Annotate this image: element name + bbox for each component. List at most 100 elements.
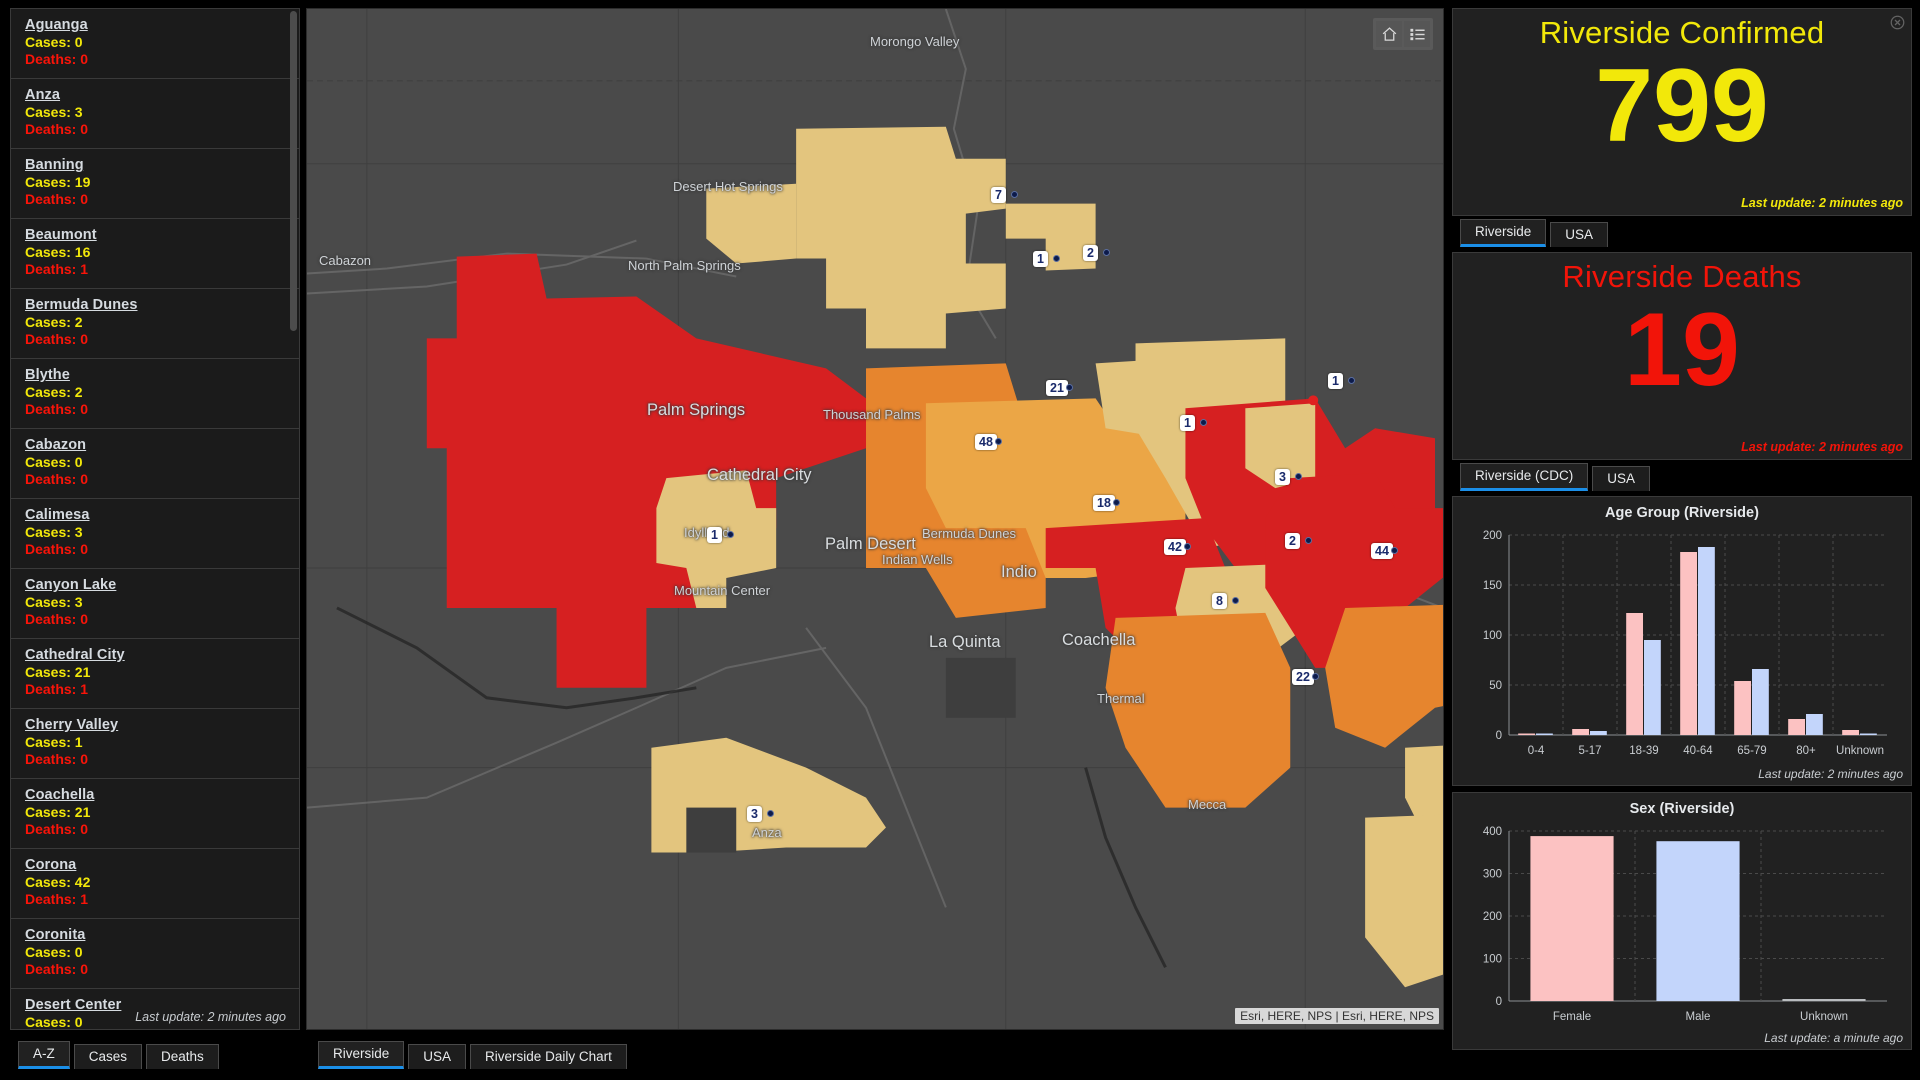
city-name[interactable]: Bermuda Dunes bbox=[25, 297, 287, 313]
city-name[interactable]: Cathedral City bbox=[25, 647, 287, 663]
map-case-marker[interactable]: 1 bbox=[1180, 415, 1195, 431]
city-name[interactable]: Banning bbox=[25, 157, 287, 173]
city-row[interactable]: AnzaCases: 3Deaths: 0 bbox=[11, 79, 299, 149]
deaths-panel: Riverside Deaths 19 Last update: 2 minut… bbox=[1452, 252, 1912, 460]
city-row[interactable]: CalimesaCases: 3Deaths: 0 bbox=[11, 499, 299, 569]
svg-text:18-39: 18-39 bbox=[1629, 745, 1658, 757]
age-group-chart: 0501001502000-45-1718-3940-6465-7980+Unk… bbox=[1463, 525, 1901, 775]
city-row[interactable]: Cathedral CityCases: 21Deaths: 1 bbox=[11, 639, 299, 709]
svg-text:50: 50 bbox=[1489, 680, 1502, 692]
map-point-dot bbox=[1066, 384, 1073, 391]
city-cases: Cases: 0 bbox=[25, 944, 287, 961]
map-point-dot bbox=[1232, 597, 1239, 604]
city-name[interactable]: Canyon Lake bbox=[25, 577, 287, 593]
city-cases: Cases: 16 bbox=[25, 244, 287, 261]
city-name[interactable]: Calimesa bbox=[25, 507, 287, 523]
city-deaths: Deaths: 1 bbox=[25, 261, 287, 278]
city-row[interactable]: AguangaCases: 0Deaths: 0 bbox=[11, 9, 299, 79]
map-point-dot bbox=[1113, 499, 1120, 506]
svg-text:0: 0 bbox=[1496, 996, 1502, 1008]
city-cases: Cases: 21 bbox=[25, 804, 287, 821]
tab-deaths-riverside-cdc[interactable]: Riverside (CDC) bbox=[1460, 463, 1588, 492]
map-case-marker[interactable]: 44 bbox=[1371, 543, 1393, 559]
city-row[interactable]: BlytheCases: 2Deaths: 0 bbox=[11, 359, 299, 429]
map-case-marker[interactable]: 21 bbox=[1046, 380, 1068, 396]
city-row[interactable]: BeaumontCases: 16Deaths: 1 bbox=[11, 219, 299, 289]
city-cases: Cases: 3 bbox=[25, 104, 287, 121]
city-list[interactable]: AguangaCases: 0Deaths: 0AnzaCases: 3Deat… bbox=[11, 9, 299, 1029]
city-row[interactable]: Canyon LakeCases: 3Deaths: 0 bbox=[11, 569, 299, 639]
city-name[interactable]: Blythe bbox=[25, 367, 287, 383]
map-tabbar[interactable]: RiversideUSARiverside Daily Chart bbox=[318, 1038, 627, 1068]
map-case-marker[interactable]: 3 bbox=[1275, 469, 1290, 485]
svg-text:150: 150 bbox=[1483, 580, 1502, 592]
city-deaths: Deaths: 0 bbox=[25, 191, 287, 208]
tab-cases[interactable]: Cases bbox=[74, 1044, 142, 1070]
age-chart-last-update: Last update: 2 minutes ago bbox=[1758, 767, 1903, 781]
map-point-dot bbox=[767, 810, 774, 817]
tab-confirmed-riverside[interactable]: Riverside bbox=[1460, 219, 1546, 248]
tab-usa[interactable]: USA bbox=[408, 1044, 466, 1070]
map-case-marker[interactable]: 2 bbox=[1285, 533, 1300, 549]
city-name[interactable]: Cabazon bbox=[25, 437, 287, 453]
map-point-dot bbox=[727, 531, 734, 538]
map-case-marker[interactable]: 1 bbox=[1328, 373, 1343, 389]
map-case-marker[interactable]: 42 bbox=[1164, 539, 1186, 555]
city-row[interactable]: Bermuda DunesCases: 2Deaths: 0 bbox=[11, 289, 299, 359]
map-case-marker[interactable]: 22 bbox=[1292, 669, 1314, 685]
sidebar-scrollbar[interactable] bbox=[290, 11, 297, 331]
city-name[interactable]: Anza bbox=[25, 87, 287, 103]
city-name[interactable]: Cherry Valley bbox=[25, 717, 287, 733]
home-icon[interactable] bbox=[1376, 21, 1402, 47]
tab-riverside-daily-chart[interactable]: Riverside Daily Chart bbox=[470, 1044, 627, 1070]
map-panel[interactable]: Morongo ValleyCabazonDesert Hot SpringsN… bbox=[306, 8, 1444, 1030]
tab-confirmed-usa[interactable]: USA bbox=[1550, 222, 1608, 248]
close-icon[interactable] bbox=[1890, 15, 1905, 30]
map-case-marker[interactable]: 48 bbox=[975, 434, 997, 450]
city-row[interactable]: Cherry ValleyCases: 1Deaths: 0 bbox=[11, 709, 299, 779]
city-row[interactable]: CoachellaCases: 21Deaths: 0 bbox=[11, 779, 299, 849]
map-controls[interactable] bbox=[1373, 18, 1433, 50]
deaths-tabbar[interactable]: Riverside (CDC)USA bbox=[1460, 460, 1912, 490]
city-deaths: Deaths: 0 bbox=[25, 541, 287, 558]
city-name[interactable]: Corona bbox=[25, 857, 287, 873]
map-point-dot bbox=[1011, 191, 1018, 198]
map-graphic bbox=[307, 9, 1443, 1029]
map-case-marker[interactable]: 1 bbox=[707, 527, 722, 543]
map-case-marker[interactable]: 1 bbox=[1033, 251, 1048, 267]
tab-deaths[interactable]: Deaths bbox=[146, 1044, 219, 1070]
map-case-marker[interactable]: 3 bbox=[747, 806, 762, 822]
svg-text:200: 200 bbox=[1483, 911, 1502, 923]
map-point-dot bbox=[1295, 473, 1302, 480]
city-cases: Cases: 19 bbox=[25, 174, 287, 191]
svg-text:Unknown: Unknown bbox=[1836, 745, 1884, 757]
city-row[interactable]: CoronitaCases: 0Deaths: 0 bbox=[11, 919, 299, 989]
map-case-marker[interactable]: 8 bbox=[1212, 593, 1227, 609]
tab-a-z[interactable]: A-Z bbox=[18, 1041, 70, 1070]
tab-deaths-usa[interactable]: USA bbox=[1592, 466, 1650, 492]
tab-riverside[interactable]: Riverside bbox=[318, 1041, 404, 1070]
sidebar-last-update: Last update: 2 minutes ago bbox=[132, 1009, 289, 1025]
city-name[interactable]: Aguanga bbox=[25, 17, 287, 33]
city-deaths: Deaths: 0 bbox=[25, 961, 287, 978]
city-row[interactable]: BanningCases: 19Deaths: 0 bbox=[11, 149, 299, 219]
sex-chart: 0100200300400FemaleMaleUnknown bbox=[1463, 821, 1901, 1041]
city-row[interactable]: CoronaCases: 42Deaths: 1 bbox=[11, 849, 299, 919]
map-case-marker[interactable]: 2 bbox=[1083, 245, 1098, 261]
sidebar-tabbar[interactable]: A-ZCasesDeaths bbox=[18, 1038, 219, 1068]
legend-list-icon[interactable] bbox=[1404, 21, 1430, 47]
city-row[interactable]: CabazonCases: 0Deaths: 0 bbox=[11, 429, 299, 499]
city-name[interactable]: Coronita bbox=[25, 927, 287, 943]
map-point-dot bbox=[995, 438, 1002, 445]
svg-text:300: 300 bbox=[1483, 869, 1502, 881]
city-deaths: Deaths: 0 bbox=[25, 51, 287, 68]
city-name[interactable]: Beaumont bbox=[25, 227, 287, 243]
city-name[interactable]: Coachella bbox=[25, 787, 287, 803]
dashboard-root: AguangaCases: 0Deaths: 0AnzaCases: 3Deat… bbox=[0, 0, 1920, 1080]
right-column: Riverside Confirmed 799 Last update: 2 m… bbox=[1452, 8, 1912, 1050]
map-case-marker[interactable]: 18 bbox=[1093, 495, 1115, 511]
map-point-dot bbox=[1184, 543, 1191, 550]
map-case-marker[interactable]: 7 bbox=[991, 187, 1006, 203]
confirmed-title: Riverside Confirmed bbox=[1453, 15, 1911, 51]
confirmed-tabbar[interactable]: RiversideUSA bbox=[1460, 216, 1912, 246]
